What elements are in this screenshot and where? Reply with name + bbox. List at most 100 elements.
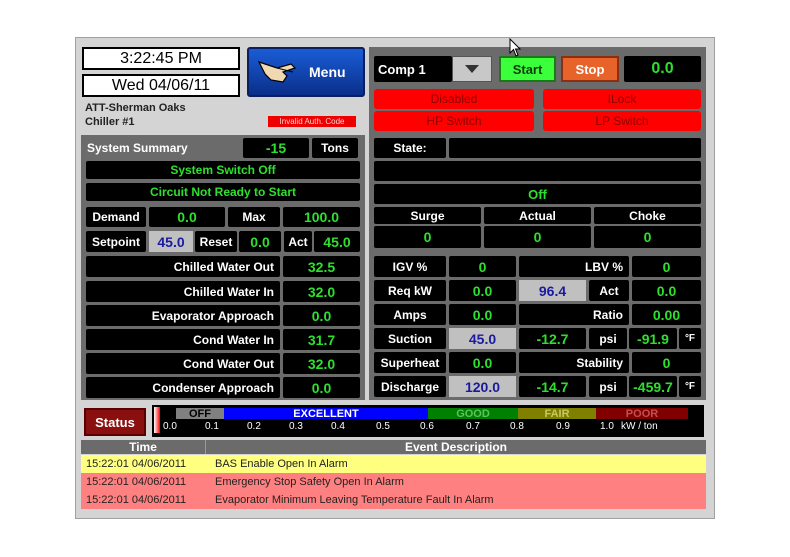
compressor-value: 0.0: [624, 56, 701, 82]
alarm-hp-switch: HP Switch: [374, 111, 534, 131]
scale-unit: kW / ton: [621, 421, 658, 432]
row-evap-approach-value: 0.0: [283, 305, 360, 326]
row-chilled-water-in-value: 32.0: [283, 281, 360, 302]
event-desc: Evaporator Minimum Leaving Temperature F…: [215, 494, 494, 506]
row-cond-water-in-value: 31.7: [283, 329, 360, 350]
amps-value: 0.0: [449, 304, 516, 325]
chevron-down-icon: [465, 65, 479, 73]
actual-label: Actual: [484, 207, 591, 224]
superheat-label: Superheat: [374, 352, 446, 373]
suction-label: Suction: [374, 328, 446, 349]
igv-value: 0: [449, 256, 516, 277]
state-value: [449, 138, 701, 158]
tick-10: 1.0: [600, 421, 614, 432]
start-button[interactable]: Start: [499, 56, 556, 82]
state-label: State:: [374, 138, 446, 158]
stop-button[interactable]: Stop: [561, 56, 619, 82]
band-good: GOOD: [428, 408, 518, 420]
discharge-value[interactable]: 120.0: [449, 376, 516, 397]
event-desc: BAS Enable Open In Alarm: [215, 458, 348, 470]
surge-label: Surge: [374, 207, 481, 224]
row-cond-approach-value: 0.0: [283, 377, 360, 398]
igv-label: IGV %: [374, 256, 446, 277]
reqkw-label: Req kW: [374, 280, 446, 301]
stability-value: 0: [632, 352, 701, 373]
setpoint-value[interactable]: 45.0: [149, 231, 193, 252]
discharge-psi-unit: psi: [589, 376, 627, 397]
setpoint-label: Setpoint: [86, 231, 146, 252]
clock-date: Wed 04/06/11: [82, 74, 240, 97]
lbv-value: 0: [632, 256, 701, 277]
discharge-label: Discharge: [374, 376, 446, 397]
reqkw-act-value: 0.0: [632, 280, 701, 301]
alarm-ilock: ILock: [543, 89, 701, 109]
menu-button[interactable]: Menu: [247, 47, 365, 97]
tick-3: 0.3: [289, 421, 303, 432]
row-chilled-water-out-label: Chilled Water Out: [86, 256, 280, 277]
max-label: Max: [228, 207, 280, 227]
status-circuit: Circuit Not Ready to Start: [86, 183, 360, 201]
summary-tons-unit: Tons: [312, 138, 358, 158]
mouse-cursor-icon: [509, 37, 523, 63]
suction-temp: -91.9: [629, 328, 677, 349]
tick-6: 0.6: [420, 421, 434, 432]
tick-1: 0.1: [205, 421, 219, 432]
event-desc: Emergency Stop Safety Open In Alarm: [215, 476, 404, 488]
unit-name: Chiller #1: [85, 116, 135, 128]
reqkw-act-label: Act: [589, 280, 629, 301]
status-system-switch: System Switch Off: [86, 161, 360, 179]
amps-label: Amps: [374, 304, 446, 325]
summary-title: System Summary: [87, 141, 188, 155]
event-time: 15:22:01 04/06/2011: [86, 494, 187, 506]
event-row[interactable]: 15:22:01 04/06/2011 BAS Enable Open In A…: [81, 455, 706, 473]
compressor-select[interactable]: Comp 1: [374, 56, 452, 82]
row-chilled-water-out-value: 32.5: [283, 256, 360, 277]
superheat-value: 0.0: [449, 352, 516, 373]
status-button[interactable]: Status: [84, 408, 146, 436]
compressor-dropdown-button[interactable]: [452, 56, 492, 82]
site-name: ATT-Sherman Oaks: [85, 102, 186, 114]
tick-4: 0.4: [331, 421, 345, 432]
tick-2: 0.2: [247, 421, 261, 432]
clock-time: 3:22:45 PM: [82, 47, 240, 70]
ratio-label: Ratio: [519, 304, 629, 325]
band-off: OFF: [176, 408, 224, 420]
reset-label: Reset: [195, 231, 237, 252]
suction-value[interactable]: 45.0: [449, 328, 516, 349]
tick-7: 0.7: [466, 421, 480, 432]
reqkw-value: 0.0: [449, 280, 516, 301]
reset-value: 0.0: [239, 231, 281, 252]
demand-value: 0.0: [149, 207, 225, 227]
event-row[interactable]: 15:22:01 04/06/2011 Emergency Stop Safet…: [81, 473, 706, 491]
band-excellent: EXCELLENT: [224, 408, 428, 420]
col-time-header: Time: [129, 440, 157, 454]
surge-value: 0: [374, 226, 481, 248]
stability-label: Stability: [519, 352, 629, 373]
menu-label: Menu: [309, 64, 346, 80]
act-value: 45.0: [314, 231, 360, 252]
alarm-disabled: Disabled: [374, 89, 534, 109]
summary-tons-value: -15: [243, 138, 309, 158]
event-row[interactable]: 15:22:01 04/06/2011 Evaporator Minimum L…: [81, 491, 706, 509]
choke-label: Choke: [594, 207, 701, 224]
event-time: 15:22:01 04/06/2011: [86, 458, 187, 470]
band-fair: FAIR: [518, 408, 596, 420]
reqkw-setpoint[interactable]: 96.4: [519, 280, 586, 301]
suction-pressure: -12.7: [519, 328, 586, 349]
max-value[interactable]: 100.0: [283, 207, 360, 227]
tick-8: 0.8: [510, 421, 524, 432]
row-chilled-water-in-label: Chilled Water In: [86, 281, 280, 302]
act-label: Act: [284, 231, 312, 252]
row-cond-water-out-label: Cond Water Out: [86, 353, 280, 374]
suction-psi-unit: psi: [589, 328, 627, 349]
discharge-degf-unit: °F: [679, 376, 701, 397]
row-evap-approach-label: Evaporator Approach: [86, 305, 280, 326]
discharge-pressure: -14.7: [519, 376, 586, 397]
choke-value: 0: [594, 226, 701, 248]
state-detail: [374, 161, 701, 181]
tick-9: 0.9: [556, 421, 570, 432]
band-poor: POOR: [596, 408, 688, 420]
pointing-hand-icon: [257, 54, 299, 91]
tick-5: 0.5: [376, 421, 390, 432]
tick-0: 0.0: [163, 421, 177, 432]
